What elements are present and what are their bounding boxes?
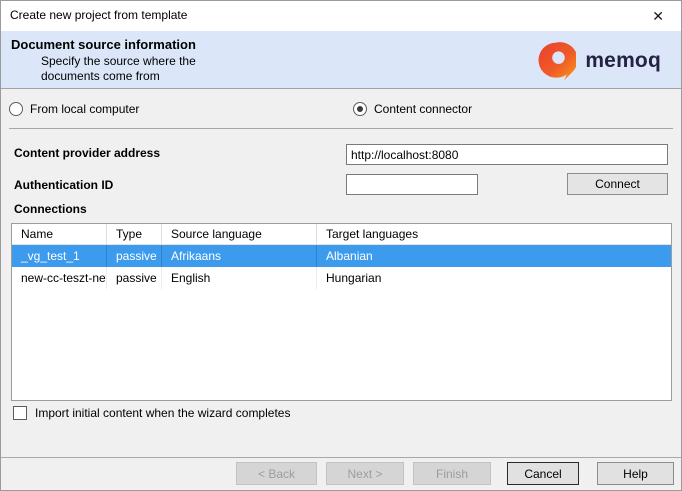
content-provider-address-input[interactable] [346,144,668,165]
column-header-name[interactable]: Name [12,224,107,244]
cell-type: passive [107,245,162,267]
cell-name: new-cc-teszt-new [12,267,107,289]
help-button[interactable]: Help [597,462,674,485]
source-option-row: From local computer Content connector [1,99,681,121]
authentication-id-input[interactable] [346,174,478,195]
next-button: Next > [326,462,404,485]
column-header-source-language[interactable]: Source language [162,224,317,244]
memoq-logo: memoq [536,40,661,82]
radio-content-connector[interactable]: Content connector [353,99,472,119]
cell-source-language: Afrikaans [162,245,317,267]
import-checkbox-label[interactable]: Import initial content when the wizard c… [35,406,290,420]
connections-label: Connections [14,202,87,216]
page-subtitle: Specify the source where the documents c… [41,54,196,84]
cell-target-languages: Albanian [317,245,671,267]
table-row[interactable]: new-cc-teszt-new passive English Hungari… [12,267,671,289]
radio-content-connector-label[interactable]: Content connector [374,102,472,116]
table-header-row: Name Type Source language Target languag… [12,224,671,245]
cell-type: passive [107,267,162,289]
connections-table: Name Type Source language Target languag… [11,223,672,401]
divider [9,128,673,129]
divider [1,457,681,458]
radio-selected-icon[interactable] [353,102,367,116]
close-icon[interactable]: ✕ [648,6,668,27]
import-checkbox[interactable] [13,406,27,420]
memoq-q-icon [536,40,576,82]
radio-icon[interactable] [9,102,23,116]
page-title: Document source information [11,37,196,52]
radio-from-local-computer[interactable]: From local computer [9,99,139,119]
page-subtitle-line2: documents come from [41,69,196,84]
cancel-button[interactable]: Cancel [507,462,579,485]
window-title: Create new project from template [10,8,187,22]
cell-target-languages: Hungarian [317,267,671,289]
column-header-target-languages[interactable]: Target languages [317,224,671,244]
finish-button: Finish [413,462,491,485]
memoq-wordmark: memoq [585,49,661,73]
table-row-selected[interactable]: _vg_test_1 passive Afrikaans Albanian [12,245,671,267]
cell-source-language: English [162,267,317,289]
create-project-dialog: Create new project from template ✕ Docum… [0,0,682,491]
column-header-type[interactable]: Type [107,224,162,244]
title-bar: Create new project from template ✕ [1,1,681,31]
authentication-id-label: Authentication ID [14,178,113,192]
radio-from-local-computer-label[interactable]: From local computer [30,102,139,116]
import-initial-content-option: Import initial content when the wizard c… [13,406,290,420]
cell-name: _vg_test_1 [12,245,107,267]
wizard-header: Document source information Specify the … [1,31,681,89]
back-button: < Back [236,462,317,485]
content-provider-address-label: Content provider address [14,146,160,160]
connect-button[interactable]: Connect [567,173,668,195]
page-subtitle-line1: Specify the source where the [41,54,196,69]
